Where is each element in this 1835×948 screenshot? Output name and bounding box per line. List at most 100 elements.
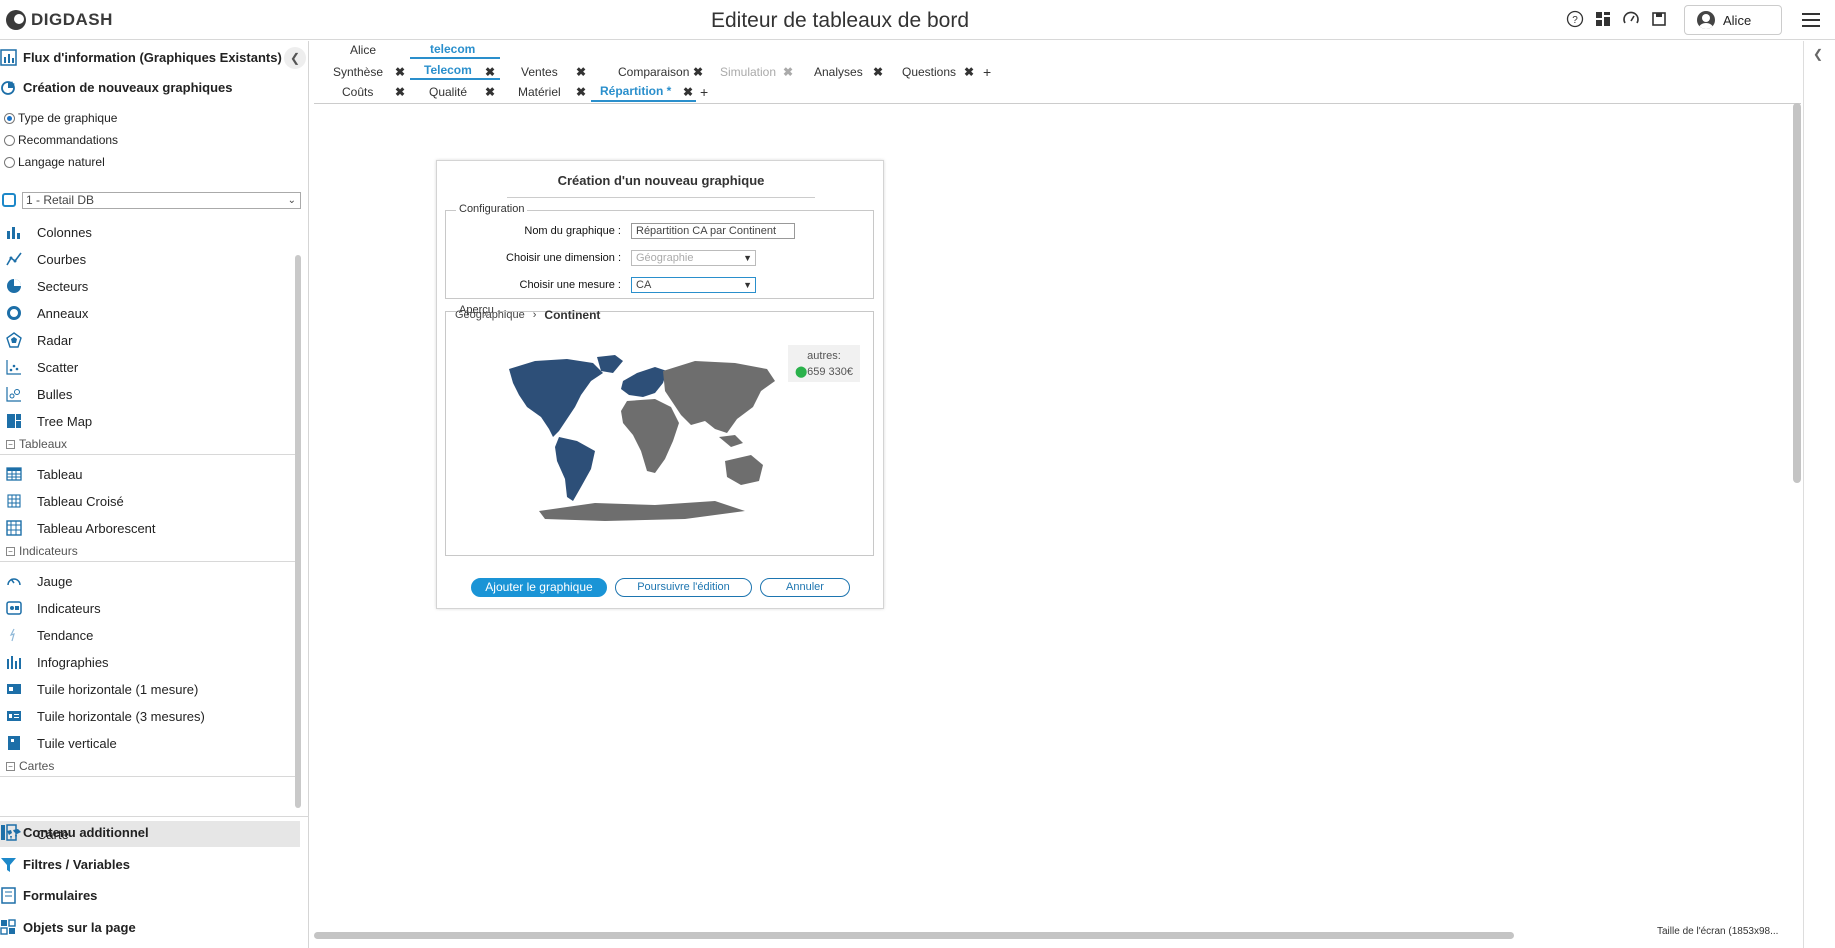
group-tableaux[interactable]: − Tableaux [6, 437, 67, 451]
map-europe [621, 367, 667, 397]
chart-type-colonnes[interactable]: Colonnes [0, 219, 300, 245]
breadcrumb: Géographique › Continent [455, 308, 600, 322]
chart-type-bulles[interactable]: Bulles [0, 381, 300, 407]
chart-type-tableau-arborescent[interactable]: Tableau Arborescent [0, 515, 300, 541]
map-north-america [509, 359, 603, 437]
chart-type-tuile-v[interactable]: Tuile verticale [0, 730, 300, 756]
radio-label: Recommandations [18, 133, 119, 147]
sidebar-contenu-additionnel[interactable]: Contenu additionnel [0, 819, 149, 845]
world-map [509, 355, 775, 521]
dashboard-icon[interactable] [1593, 10, 1613, 30]
collapse-box-icon[interactable]: − [6, 546, 15, 556]
tab-underline [410, 78, 500, 80]
collapse-right-panel-icon[interactable]: ❮ [1808, 44, 1828, 64]
collapse-box-icon[interactable]: − [6, 761, 15, 771]
radio-chart-type[interactable]: Type de graphique [4, 111, 117, 125]
close-tab-icon[interactable]: ✖ [964, 65, 974, 79]
add-tab-icon[interactable]: + [983, 64, 991, 80]
add-chart-button[interactable]: Ajouter le graphique [471, 578, 607, 597]
tab-level1-telecom[interactable]: telecom [430, 42, 475, 56]
sidebar-scrollbar[interactable] [295, 255, 301, 808]
save-icon[interactable] [1649, 10, 1669, 30]
chart-type-tableau-croise[interactable]: Tableau Croisé [0, 488, 300, 514]
radio-natural-language[interactable]: Langage naturel [4, 155, 105, 169]
objects-icon [0, 918, 16, 935]
breadcrumb-leaf: Continent [544, 308, 601, 322]
tab-questions[interactable]: Questions [902, 65, 956, 79]
tab-repartition[interactable]: Répartition * [600, 84, 671, 98]
chart-type-jauge[interactable]: Jauge [0, 568, 300, 594]
tab-level1-alice[interactable]: Alice [350, 43, 376, 57]
tab-ventes[interactable]: Ventes [521, 65, 558, 79]
collapse-box-icon[interactable]: − [6, 439, 15, 449]
close-tab-icon[interactable]: ✖ [576, 85, 586, 99]
horizontal-scrollbar[interactable] [314, 932, 1514, 939]
sidebar-objets-page[interactable]: Objets sur la page [0, 914, 136, 940]
chart-type-label: Tuile verticale [37, 735, 117, 751]
chart-name-input[interactable] [631, 223, 795, 239]
tab-analyses[interactable]: Analyses [814, 65, 863, 79]
dimension-select[interactable]: Géographie ▼ [631, 250, 756, 266]
chart-type-courbes[interactable]: Courbes [0, 246, 300, 272]
group-cartes[interactable]: − Cartes [6, 759, 54, 773]
sidebar-flux-header[interactable]: Flux d'information (Graphiques Existants… [0, 44, 282, 70]
sidebar: Flux d'information (Graphiques Existants… [0, 41, 309, 948]
sidebar-filtres-variables[interactable]: Filtres / Variables [0, 851, 130, 877]
tab-telecom[interactable]: Telecom [424, 63, 472, 77]
pie-chart-icon [7, 279, 21, 293]
chart-type-tuile-h3[interactable]: Tuile horizontale (3 mesures) [0, 703, 300, 729]
tab-comparaison[interactable]: Comparaison [618, 65, 689, 79]
measure-select[interactable]: CA ▼ [631, 277, 756, 293]
close-tab-icon[interactable]: ✖ [576, 65, 586, 79]
chart-type-secteurs[interactable]: Secteurs [0, 273, 300, 299]
tab-underline [591, 100, 696, 102]
chart-type-tableau[interactable]: Tableau [0, 461, 300, 487]
close-tab-icon[interactable]: ✖ [395, 85, 405, 99]
map-africa [621, 399, 679, 473]
tab-couts[interactable]: Coûts [342, 85, 373, 99]
group-indicateurs[interactable]: − Indicateurs [6, 544, 78, 558]
close-tab-icon[interactable]: ✖ [395, 65, 405, 79]
sidebar-create-header[interactable]: Création de nouveaux graphiques [0, 74, 233, 100]
chart-type-tuile-h1[interactable]: Tuile horizontale (1 mesure) [0, 676, 300, 702]
chart-type-radar[interactable]: Radar [0, 327, 300, 353]
tab-synthese[interactable]: Synthèse [333, 65, 383, 79]
collapse-sidebar-icon[interactable]: ❮ [284, 47, 306, 69]
chart-type-scatter[interactable]: Scatter [0, 354, 300, 380]
right-panel [1803, 41, 1835, 948]
gauge-icon[interactable] [1621, 10, 1641, 30]
vertical-scrollbar[interactable] [1793, 103, 1801, 483]
sidebar-formulaires[interactable]: Formulaires [0, 882, 97, 908]
hamburger-menu-icon[interactable] [1800, 9, 1822, 31]
close-tab-icon[interactable]: ✖ [873, 65, 883, 79]
close-tab-icon[interactable]: ✖ [693, 65, 703, 79]
radio-recommendations[interactable]: Recommandations [4, 133, 118, 147]
kpi-icon [6, 601, 22, 615]
sidebar-create-label: Création de nouveaux graphiques [23, 79, 233, 95]
cancel-button[interactable]: Annuler [760, 578, 850, 597]
close-tab-icon[interactable]: ✖ [683, 85, 693, 99]
chart-type-infographies[interactable]: Infographies [0, 649, 300, 675]
add-tab-icon[interactable]: + [700, 84, 708, 100]
chart-type-tree-map[interactable]: Tree Map [0, 408, 300, 434]
chart-type-indicateurs[interactable]: Indicateurs [0, 595, 300, 621]
radio-button[interactable] [4, 112, 15, 124]
map-pin-icon: ⬤ [795, 366, 808, 378]
tab-materiel[interactable]: Matériel [518, 85, 561, 99]
chart-type-tendance[interactable]: Tendance [0, 622, 300, 648]
radio-button[interactable] [4, 156, 15, 168]
close-tab-icon[interactable]: ✖ [485, 65, 495, 79]
continue-editing-button[interactable]: Poursuivre l'édition [615, 578, 752, 597]
chart-type-anneaux[interactable]: Anneaux [0, 300, 300, 326]
tile-horizontal-icon [7, 684, 21, 694]
help-icon[interactable]: ? [1565, 10, 1585, 30]
close-tab-icon[interactable]: ✖ [783, 65, 793, 79]
radio-button[interactable] [4, 134, 15, 146]
tab-simulation[interactable]: Simulation [720, 65, 776, 79]
user-menu[interactable]: Alice [1684, 5, 1782, 35]
tab-qualite[interactable]: Qualité [429, 85, 467, 99]
close-tab-icon[interactable]: ✖ [485, 85, 495, 99]
divider [507, 197, 815, 198]
breadcrumb-root[interactable]: Géographique [455, 309, 525, 321]
page-title: Editeur de tableaux de bord [710, 9, 970, 32]
